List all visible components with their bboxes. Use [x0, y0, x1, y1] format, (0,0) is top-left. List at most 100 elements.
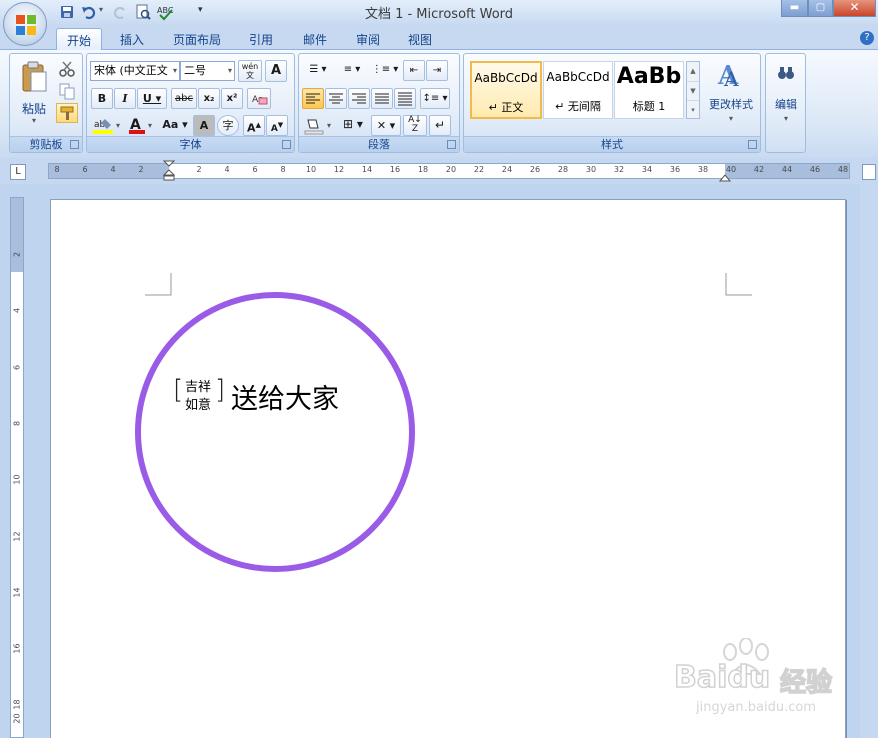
- cut-icon[interactable]: [58, 60, 76, 78]
- increase-indent-button[interactable]: ⇥: [426, 60, 448, 81]
- paste-label: 粘贴: [21, 102, 46, 116]
- spelling-icon[interactable]: ABC: [156, 3, 174, 21]
- align-center-button[interactable]: [325, 88, 347, 109]
- svg-text:A: A: [723, 67, 739, 90]
- tab-home[interactable]: 开始: [56, 28, 103, 51]
- borders-button[interactable]: ⊞ ▾: [338, 115, 368, 136]
- title-bar: 文档 1 - Microsoft Word ▾ ABC ▾ ▬ ▢ ✕: [0, 0, 878, 24]
- horizontal-ruler[interactable]: 8 6 4 2 2 4 6 8 10 12 14 16 18 20 22 24 26 28 30 32 34 36 38 40…: [48, 160, 850, 182]
- font-name-dropdown-icon[interactable]: ▾: [173, 62, 177, 80]
- paste-button[interactable]: 粘贴 ▾: [14, 58, 54, 130]
- styles-scroll-down-icon[interactable]: ▼: [687, 81, 699, 100]
- sort-button[interactable]: A↓ Z: [403, 115, 427, 136]
- copy-icon[interactable]: [58, 82, 76, 100]
- bracket-right: ]: [215, 375, 226, 405]
- styles-more-icon[interactable]: ▾: [687, 100, 699, 118]
- numbering-button[interactable]: ≡ ▾: [336, 60, 368, 81]
- clear-formatting-button[interactable]: Aa: [247, 88, 271, 109]
- styles-scroll-up-icon[interactable]: ▲: [687, 62, 699, 81]
- bullets-button[interactable]: ☰ ▾: [302, 60, 334, 81]
- styles-launcher-icon[interactable]: [748, 140, 757, 149]
- format-painter-icon: [60, 106, 74, 120]
- minimize-button[interactable]: ▬: [781, 0, 808, 17]
- font-size-value: 二号: [184, 64, 206, 77]
- highlight-button[interactable]: ab ▾: [91, 115, 125, 136]
- tab-references[interactable]: 引用: [239, 28, 283, 50]
- tab-view[interactable]: 视图: [398, 28, 442, 50]
- strikethrough-button[interactable]: abc: [171, 88, 197, 109]
- multilevel-list-button[interactable]: ⋮≡ ▾: [370, 60, 400, 81]
- grow-font-button[interactable]: A▲: [243, 115, 265, 136]
- office-button[interactable]: [3, 2, 47, 46]
- tab-review[interactable]: 审阅: [346, 28, 390, 50]
- print-preview-icon[interactable]: [134, 3, 152, 21]
- editing-dropdown-icon: ▾: [783, 114, 788, 123]
- character-shading-button[interactable]: A: [193, 115, 215, 136]
- editing-label: 编辑: [775, 98, 797, 111]
- style-heading-1[interactable]: AaBb 标题 1: [614, 61, 684, 119]
- subscript-button[interactable]: x₂: [198, 88, 220, 109]
- show-marks-button[interactable]: ↵: [429, 115, 451, 136]
- phonetic-guide-button[interactable]: wén 文: [238, 60, 262, 82]
- vertical-ruler[interactable]: 2 4 6 8 10 12 14 16 18 20: [10, 197, 24, 738]
- style-heading-1-preview: AaBb: [616, 64, 682, 89]
- distributed-button[interactable]: [394, 88, 416, 109]
- change-styles-icon: A A: [717, 61, 739, 90]
- change-case-button[interactable]: Aa ▾: [159, 115, 191, 136]
- font-color-icon: A ▾: [129, 117, 152, 134]
- vertical-ruler-label: 10: [12, 474, 22, 485]
- justify-button[interactable]: [371, 88, 393, 109]
- tab-mailings[interactable]: 邮件: [293, 28, 337, 50]
- italic-button[interactable]: I: [114, 88, 136, 109]
- font-launcher-icon[interactable]: [282, 140, 291, 149]
- bracket-left: [: [173, 375, 184, 405]
- redo-icon[interactable]: [111, 3, 129, 21]
- save-icon[interactable]: [58, 3, 76, 21]
- tab-selector-button[interactable]: L: [10, 164, 26, 180]
- tab-page-layout[interactable]: 页面布局: [163, 28, 231, 50]
- undo-dropdown-icon[interactable]: ▾: [99, 5, 107, 23]
- tab-insert[interactable]: 插入: [110, 28, 154, 50]
- watermark-brand2: 经验: [779, 667, 833, 699]
- font-name-combo[interactable]: 宋体 (中文正文 ▾: [90, 61, 180, 81]
- format-painter-button[interactable]: [56, 103, 78, 123]
- font-color-button[interactable]: A ▾: [127, 115, 157, 136]
- decrease-indent-button[interactable]: ⇤: [403, 60, 425, 81]
- underline-button[interactable]: U ▾: [137, 88, 167, 109]
- character-border-button[interactable]: A: [265, 60, 287, 82]
- clipboard-launcher-icon[interactable]: [70, 140, 79, 149]
- superscript-button[interactable]: x²: [221, 88, 243, 109]
- undo-icon[interactable]: [80, 3, 98, 21]
- align-right-button[interactable]: [348, 88, 370, 109]
- paragraph-group-label: 段落: [299, 136, 459, 152]
- font-size-combo[interactable]: 二号 ▾: [180, 61, 235, 81]
- paragraph-launcher-icon[interactable]: [447, 140, 456, 149]
- change-styles-label: 更改样式: [709, 98, 753, 111]
- maximize-button[interactable]: ▢: [808, 0, 833, 17]
- ruler-label: 16: [389, 165, 401, 174]
- bold-button[interactable]: B: [91, 88, 113, 109]
- style-normal[interactable]: AaBbCcDd ↵ 正文: [470, 61, 542, 119]
- close-button[interactable]: ✕: [833, 0, 876, 17]
- phonetic-bottom: 如意: [185, 398, 212, 413]
- font-group: 宋体 (中文正文 ▾ 二号 ▾ wén 文 A B I U ▾ abc x₂ x²…: [86, 53, 295, 153]
- shading-button[interactable]: ▾: [302, 115, 336, 136]
- ruler-label: 28: [557, 165, 569, 174]
- vertical-ruler-label: 2: [12, 251, 22, 258]
- customize-toolbar-icon[interactable]: ▾: [198, 5, 208, 23]
- enclose-characters-button[interactable]: 字: [217, 115, 239, 136]
- line-spacing-button[interactable]: ↕≡ ▾: [420, 88, 450, 109]
- shrink-font-button[interactable]: A▼: [266, 115, 288, 136]
- styles-gallery-scroll[interactable]: ▲ ▼ ▾: [686, 61, 700, 119]
- view-ruler-icon[interactable]: [862, 164, 876, 180]
- editing-button[interactable]: 编辑 ▾: [768, 58, 804, 130]
- circle-shape[interactable]: [133, 292, 417, 576]
- style-no-spacing[interactable]: AaBbCcDd ↵ 无间隔: [543, 61, 613, 119]
- help-icon[interactable]: ?: [860, 31, 874, 45]
- align-left-button[interactable]: [302, 88, 324, 109]
- phonetic-text[interactable]: [ 吉祥 如意 ] 送给大家: [173, 374, 363, 415]
- ruler-labels: 8 6 4 2 2 4 6 8 10 12 14 16 18 20 22 24 26 28 30 32 34 36 38 40…: [49, 164, 849, 178]
- chinese-layout-button[interactable]: ✕ ▾: [371, 115, 401, 136]
- change-styles-button[interactable]: A A 更改样式 ▾: [704, 58, 758, 130]
- font-size-dropdown-icon[interactable]: ▾: [228, 62, 232, 80]
